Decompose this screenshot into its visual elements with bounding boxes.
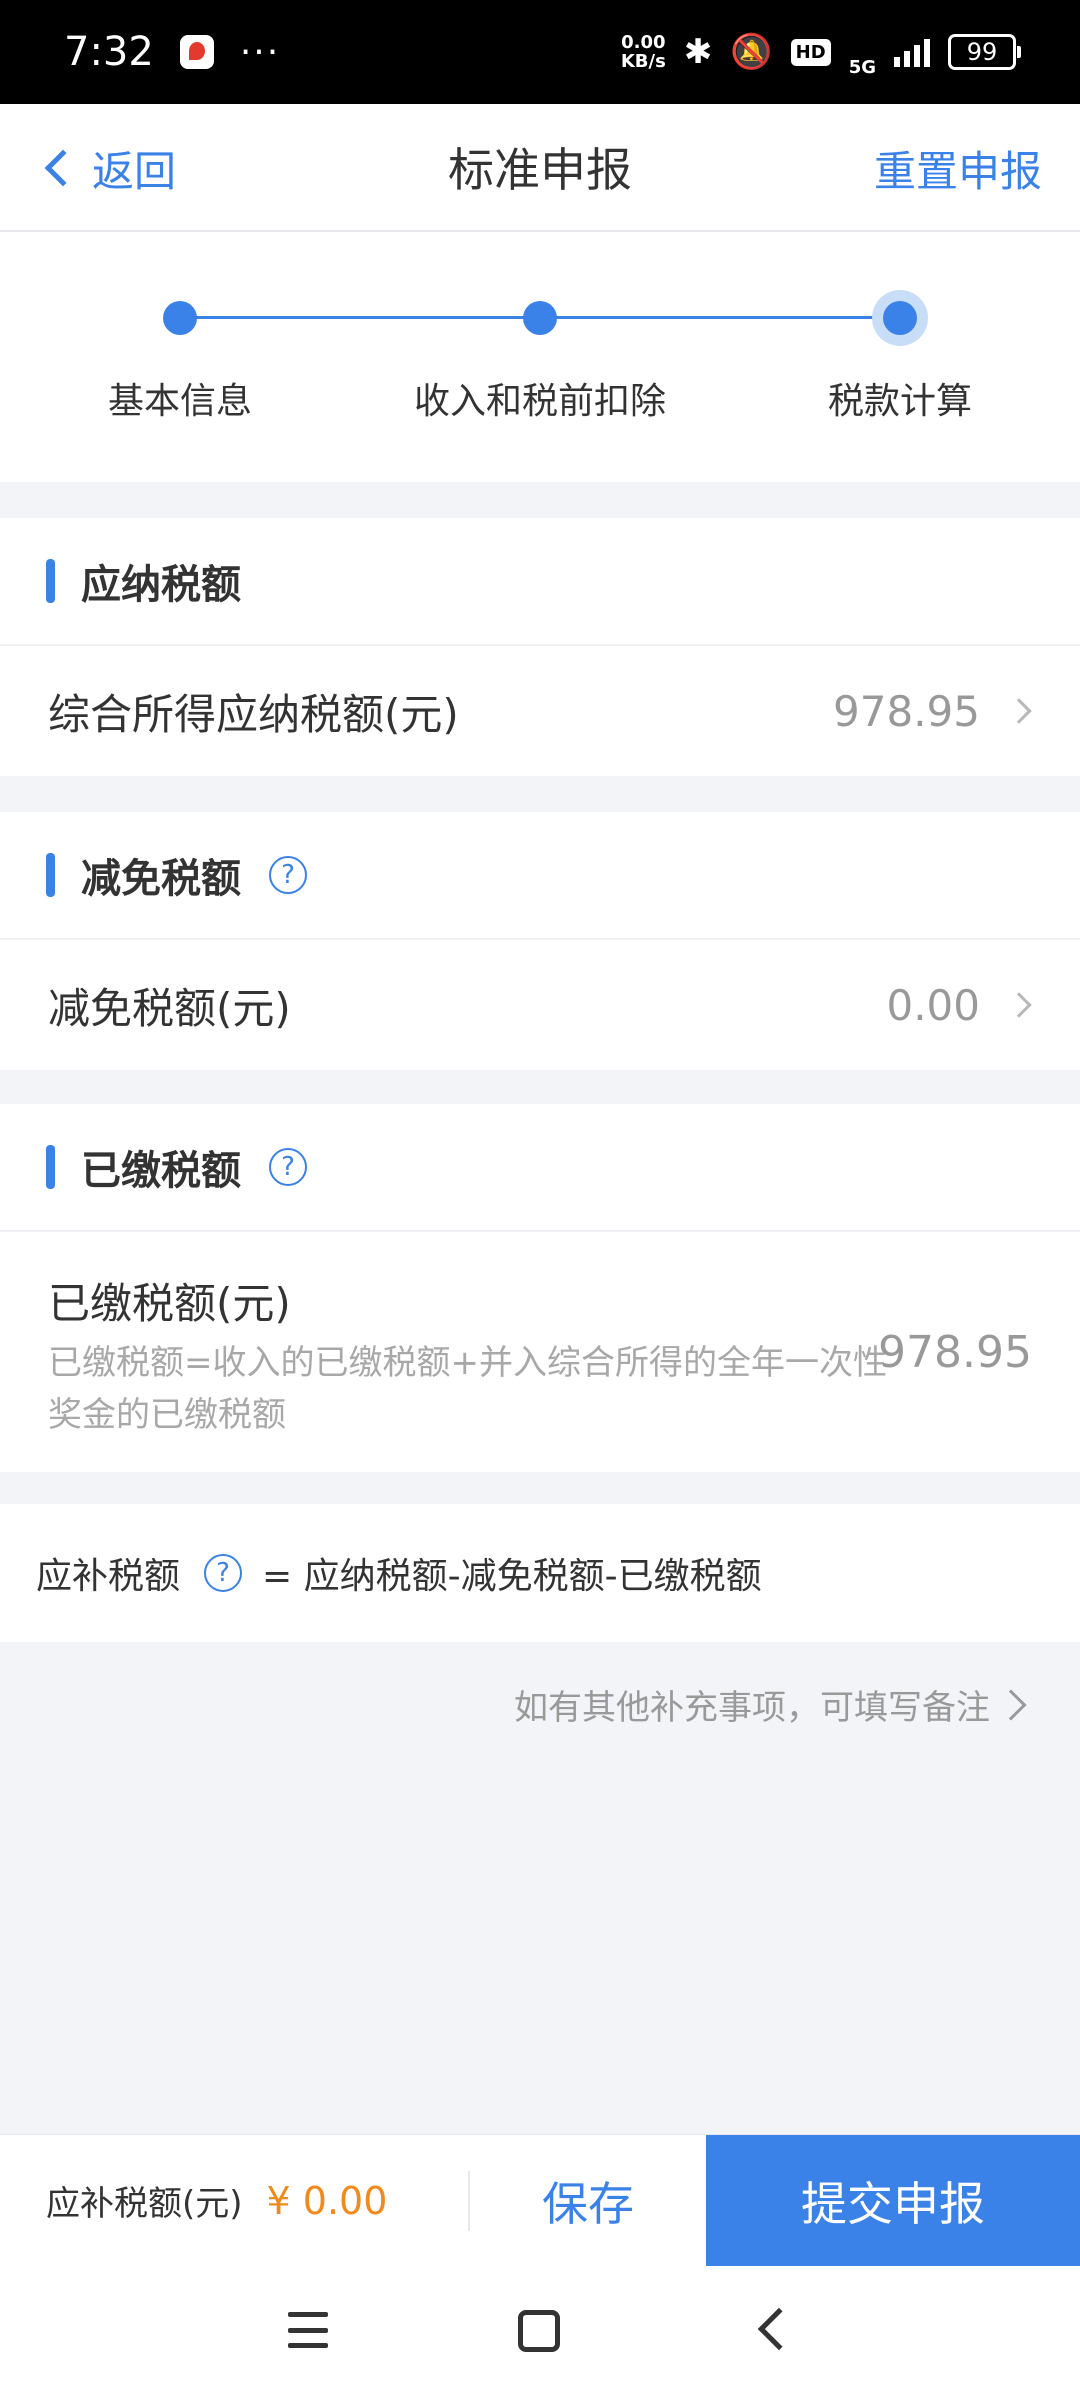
due-tax-formula: 应补税额 ? = 应纳税额-减免税额-已缴税额 bbox=[0, 1504, 1080, 1642]
save-button[interactable]: 保存 bbox=[470, 2135, 706, 2266]
step-label-basic-info: 基本信息 bbox=[107, 381, 253, 422]
section-title: 应纳税额 bbox=[81, 562, 241, 608]
step-dot-income bbox=[523, 301, 557, 335]
nav-header: 返回 标准申报 重置申报 bbox=[0, 104, 1080, 232]
section-header: 应纳税额 bbox=[0, 518, 1080, 646]
more-notifications-icon: ··· bbox=[239, 31, 281, 73]
system-back-icon[interactable] bbox=[757, 2307, 801, 2351]
home-icon[interactable] bbox=[518, 2310, 560, 2352]
step-dot-basic-info bbox=[163, 301, 197, 335]
hd-icon: HD bbox=[790, 38, 831, 66]
chevron-left-icon bbox=[44, 149, 82, 187]
payable-tax-row[interactable]: 综合所得应纳税额(元) 978.95 bbox=[0, 646, 1080, 776]
section-header: 减免税额 ? bbox=[0, 812, 1080, 940]
relief-tax-value: 0.00 bbox=[886, 980, 980, 1030]
progress-stepper: 基本信息 收入和税前扣除 税款计算 bbox=[0, 232, 1080, 482]
help-icon[interactable]: ? bbox=[269, 856, 307, 894]
due-tax-summary: 应补税额(元) ¥ 0.00 bbox=[0, 2135, 470, 2266]
chevron-right-icon bbox=[1006, 698, 1032, 724]
paid-tax-description: 已缴税额=收入的已缴税额+并入综合所得的全年一次性奖金的已缴税额 bbox=[48, 1343, 887, 1435]
formula-label: 应补税额 bbox=[36, 1556, 181, 1597]
section-marker bbox=[46, 559, 55, 603]
bluetooth-icon: ✱ bbox=[683, 32, 713, 72]
help-icon[interactable]: ? bbox=[204, 1554, 243, 1592]
row-label: 已缴税额(元) bbox=[48, 1279, 291, 1328]
section-header: 已缴税额 ? bbox=[0, 1104, 1080, 1232]
step-label-income: 收入和税前扣除 bbox=[413, 381, 667, 422]
section-title: 已缴税额 bbox=[81, 1148, 241, 1194]
payable-tax-section: 应纳税额 综合所得应纳税额(元) 978.95 bbox=[0, 518, 1080, 776]
payable-tax-value: 978.95 bbox=[833, 686, 980, 736]
section-marker bbox=[46, 1145, 55, 1189]
chevron-right-icon bbox=[995, 1688, 1027, 1721]
back-button[interactable]: 返回 bbox=[40, 104, 176, 232]
menu-icon[interactable] bbox=[288, 2312, 328, 2348]
battery-icon: 99 bbox=[948, 34, 1021, 70]
back-label: 返回 bbox=[92, 146, 177, 196]
bottom-action-bar: 应补税额(元) ¥ 0.00 保存 提交申报 bbox=[0, 2134, 1080, 2266]
section-marker bbox=[46, 853, 55, 897]
signal-icon bbox=[894, 37, 930, 67]
paid-tax-section: 已缴税额 ? 已缴税额(元) 已缴税额=收入的已缴税额+并入综合所得的全年一次性… bbox=[0, 1104, 1080, 1472]
step-dot-tax-calc bbox=[883, 301, 917, 335]
status-bar: 7:32 ··· 0.00 KB/s ✱ 🔕 HD 5G 99 bbox=[0, 0, 1080, 104]
step-label-tax-calc: 税款计算 bbox=[827, 381, 973, 422]
add-remark-link[interactable]: 如有其他补充事项，可填写备注 bbox=[514, 1680, 1028, 1729]
relief-tax-section: 减免税额 ? 减免税额(元) 0.00 bbox=[0, 812, 1080, 1070]
reset-declaration-button[interactable]: 重置申报 bbox=[874, 104, 1042, 232]
help-icon[interactable]: ? bbox=[269, 1148, 307, 1186]
paid-tax-value: 978.95 bbox=[878, 1327, 1032, 1378]
due-label: 应补税额(元) bbox=[46, 2184, 243, 2224]
due-amount: ¥ 0.00 bbox=[266, 2178, 388, 2223]
row-label: 综合所得应纳税额(元) bbox=[48, 689, 459, 739]
submit-declaration-button[interactable]: 提交申报 bbox=[706, 2135, 1080, 2266]
tax-declaration-screen: 7:32 ··· 0.00 KB/s ✱ 🔕 HD 5G 99 返回 标准申报 … bbox=[0, 0, 1080, 2400]
chevron-right-icon bbox=[1006, 992, 1032, 1018]
status-time: 7:32 bbox=[64, 29, 154, 75]
relief-tax-row[interactable]: 减免税额(元) 0.00 bbox=[0, 940, 1080, 1070]
page-title: 标准申报 bbox=[448, 143, 632, 197]
step-connector bbox=[540, 316, 900, 319]
muted-bell-icon: 🔕 bbox=[730, 32, 773, 72]
formula-equation: = 应纳税额-减免税额-已缴税额 bbox=[262, 1556, 762, 1597]
paid-tax-row: 已缴税额(元) 已缴税额=收入的已缴税额+并入综合所得的全年一次性奖金的已缴税额… bbox=[0, 1232, 1080, 1472]
network-type: 5G bbox=[848, 56, 876, 78]
section-title: 减免税额 bbox=[81, 856, 241, 902]
system-nav-bar bbox=[0, 2266, 1080, 2400]
network-speed: 0.00 KB/s bbox=[620, 32, 666, 72]
remark-link-label: 如有其他补充事项，可填写备注 bbox=[514, 1688, 990, 1728]
step-connector bbox=[180, 316, 540, 319]
map-app-icon bbox=[179, 35, 214, 69]
row-label: 减免税额(元) bbox=[48, 983, 291, 1033]
